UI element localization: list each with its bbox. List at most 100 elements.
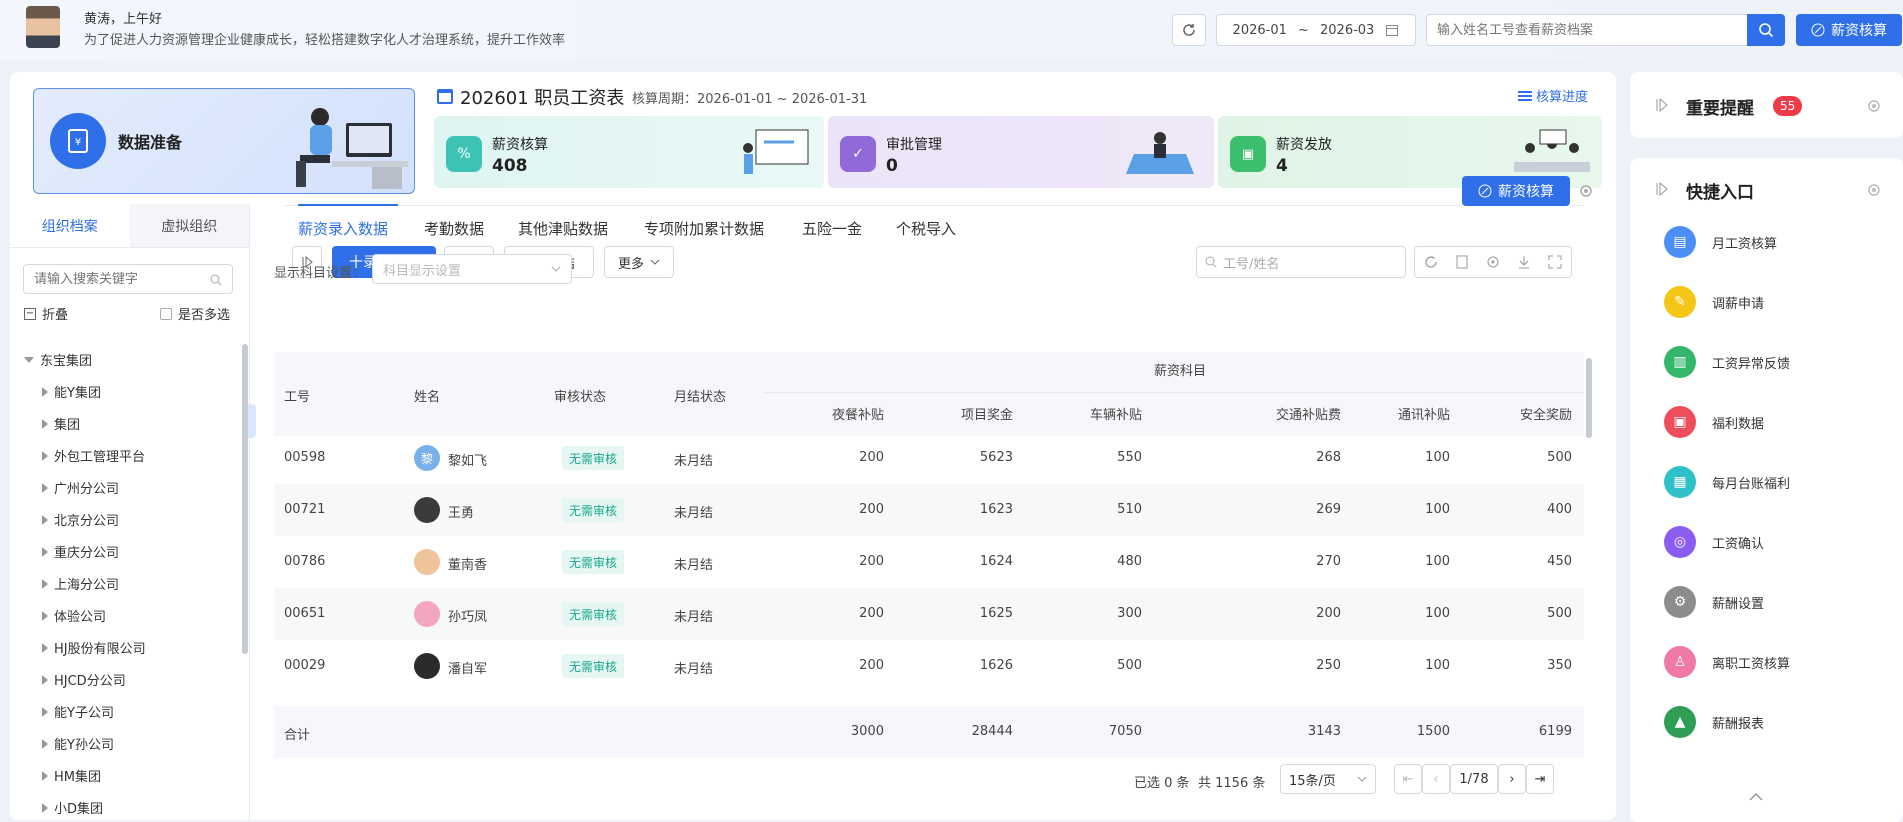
export-icon[interactable] — [1447, 246, 1477, 278]
quick-entry-item[interactable]: ◎ 工资确认 — [1664, 526, 1764, 558]
table-row[interactable]: 00651 孙巧凤 无需审核 未月结 200 1625 300 200 100 500 — [274, 588, 1584, 640]
tree-node[interactable]: 重庆分公司 — [42, 542, 119, 561]
expand-icon[interactable] — [1656, 182, 1668, 196]
tree-node[interactable]: 集团 — [42, 414, 80, 433]
tree-node[interactable]: 小D集团 — [42, 798, 103, 817]
greeting-text: 黄涛，上午好 — [84, 12, 163, 27]
employee-avatar — [414, 497, 440, 523]
expand-icon[interactable] — [1656, 98, 1668, 112]
tab-5[interactable]: 个税导入 — [896, 218, 956, 239]
page-size-select[interactable]: 15条/页 — [1280, 764, 1376, 794]
first-page-button[interactable]: ⇤ — [1394, 764, 1422, 794]
table-row[interactable]: 00786 董南香 无需审核 未月结 200 1624 480 270 100 450 — [274, 536, 1584, 588]
prev-page-button[interactable]: ‹ — [1422, 764, 1450, 794]
tree-node[interactable]: 能Y子公司 — [42, 702, 114, 721]
tab-0[interactable]: 薪资录入数据 — [298, 218, 388, 239]
quick-entry-item[interactable]: ▤ 月工资核算 — [1664, 226, 1777, 258]
tree-node[interactable]: HJ股份有限公司 — [42, 638, 146, 657]
next-page-button[interactable]: › — [1498, 764, 1526, 794]
quick-entry-item[interactable]: ♙ 离职工资核算 — [1664, 646, 1790, 678]
quick-entry-item[interactable]: ⚙ 薪酬设置 — [1664, 586, 1764, 618]
quick-entry-item[interactable]: ▣ 福利数据 — [1664, 406, 1764, 438]
progress-link[interactable]: 核算进度 — [1518, 86, 1588, 105]
refresh-icon — [1183, 24, 1195, 36]
subject-setting-select[interactable]: 科目显示设置 — [372, 254, 572, 284]
tab-org-archive[interactable]: 组织档案 — [10, 204, 130, 247]
quick-entry-item[interactable]: ▥ 工资异常反馈 — [1664, 346, 1790, 378]
tab-3[interactable]: 专项附加累计数据 — [644, 218, 764, 239]
employee-search-input[interactable] — [1426, 14, 1748, 46]
gear-icon[interactable] — [1866, 98, 1882, 114]
refresh-icon[interactable] — [1416, 246, 1446, 278]
quick-entry-item[interactable]: ▦ 每月台账福利 — [1664, 466, 1790, 498]
last-page-button[interactable]: ⇥ — [1526, 764, 1554, 794]
col-header-audit: 审核状态 — [554, 390, 607, 405]
tree-node[interactable]: 能Y孙公司 — [42, 734, 114, 753]
tree-node[interactable]: 北京分公司 — [42, 510, 119, 529]
gear-icon[interactable] — [1578, 183, 1594, 199]
document-icon: ¥ — [50, 113, 106, 169]
search-icon — [210, 274, 222, 286]
search-button[interactable] — [1747, 14, 1785, 46]
tree-node[interactable]: HJCD分公司 — [42, 670, 126, 689]
chevron-down-icon — [650, 259, 660, 265]
payroll-calc-button-2[interactable]: 薪资核算 — [1462, 176, 1570, 206]
cell-amount: 100 — [1425, 658, 1450, 673]
step-payroll-calc[interactable]: % 薪资核算 408 — [434, 116, 824, 188]
tree-node-root[interactable]: 东宝集团 — [24, 350, 92, 369]
tree-node[interactable]: HM集团 — [42, 766, 101, 785]
table-row[interactable]: 00598 黎黎如飞 无需审核 未月结 200 5623 550 268 100 500 — [274, 432, 1584, 484]
quick-entry-icon: ▥ — [1664, 346, 1696, 378]
table-search-input[interactable]: 工号/姓名 — [1196, 246, 1406, 278]
tree-node[interactable]: 广州分公司 — [42, 478, 119, 497]
tree-node-label: 能Y集团 — [54, 386, 101, 401]
fullscreen-icon[interactable] — [1540, 246, 1570, 278]
total-value: 3143 — [1307, 724, 1341, 739]
caret-right-icon — [42, 738, 48, 749]
tree-node[interactable]: 体验公司 — [42, 606, 106, 625]
multi-select-checkbox[interactable]: 是否多选 — [160, 304, 230, 323]
tree-node[interactable]: 外包工管理平台 — [42, 446, 145, 465]
gear-icon[interactable] — [1866, 182, 1882, 198]
table-scrollbar[interactable] — [1586, 358, 1592, 438]
cell-amount: 510 — [1117, 502, 1142, 517]
subject-setting-placeholder: 科目显示设置 — [383, 263, 462, 279]
total-value: 6199 — [1538, 724, 1572, 739]
employee-avatar — [414, 653, 440, 679]
org-search-input[interactable] — [23, 264, 233, 294]
step-value: 408 — [492, 156, 528, 176]
quick-entry-item[interactable]: ▲ 薪酬报表 — [1664, 706, 1764, 738]
quick-entry-item[interactable]: ✎ 调薪申请 — [1664, 286, 1764, 318]
table-row[interactable]: 00029 潘自军 无需审核 未月结 200 1626 500 250 100 350 — [274, 640, 1584, 692]
panel-collapse-handle[interactable] — [248, 404, 256, 438]
settings-icon[interactable] — [1478, 246, 1508, 278]
col-header-month: 月结状态 — [674, 390, 727, 405]
tab-4[interactable]: 五险一金 — [802, 218, 862, 239]
tab-virtual-org[interactable]: 虚拟组织 — [129, 204, 249, 247]
more-dropdown[interactable]: 更多 — [604, 246, 674, 278]
org-scrollbar[interactable] — [242, 344, 248, 654]
data-prep-card[interactable]: ¥ 数据准备 — [33, 88, 415, 194]
collapse-toggle[interactable]: − 折叠 — [24, 304, 68, 323]
refresh-button[interactable] — [1172, 14, 1206, 46]
date-range-picker[interactable]: 2026-01 ~ 2026-03 — [1216, 14, 1416, 46]
step-approval[interactable]: ✓ 审批管理 0 — [828, 116, 1214, 188]
svg-text:¥: ¥ — [75, 137, 81, 148]
tree-node[interactable]: 上海分公司 — [42, 574, 119, 593]
tab-1[interactable]: 考勤数据 — [424, 218, 484, 239]
tree-node[interactable]: 能Y集团 — [42, 382, 101, 401]
org-panel: 组织档案 虚拟组织 − 折叠 是否多选 东宝集团 能Y集团集团外包工管理平台广州… — [10, 204, 250, 820]
user-avatar[interactable] — [26, 6, 60, 48]
cell-amount: 270 — [1316, 554, 1341, 569]
cell-amount: 250 — [1316, 658, 1341, 673]
download-icon[interactable] — [1509, 246, 1539, 278]
page-indicator[interactable]: 1/78 — [1450, 764, 1498, 794]
payroll-calc-button[interactable]: 薪资核算 — [1796, 14, 1902, 46]
cell-name: 黎如飞 — [448, 454, 488, 469]
tab-2[interactable]: 其他津贴数据 — [518, 218, 608, 239]
date-separator: ~ — [1297, 22, 1309, 38]
cell-amount: 450 — [1547, 554, 1572, 569]
chevron-up-icon[interactable] — [1748, 792, 1764, 802]
caret-right-icon — [42, 482, 48, 493]
table-row[interactable]: 00721 王勇 无需审核 未月结 200 1623 510 269 100 400 — [274, 484, 1584, 536]
